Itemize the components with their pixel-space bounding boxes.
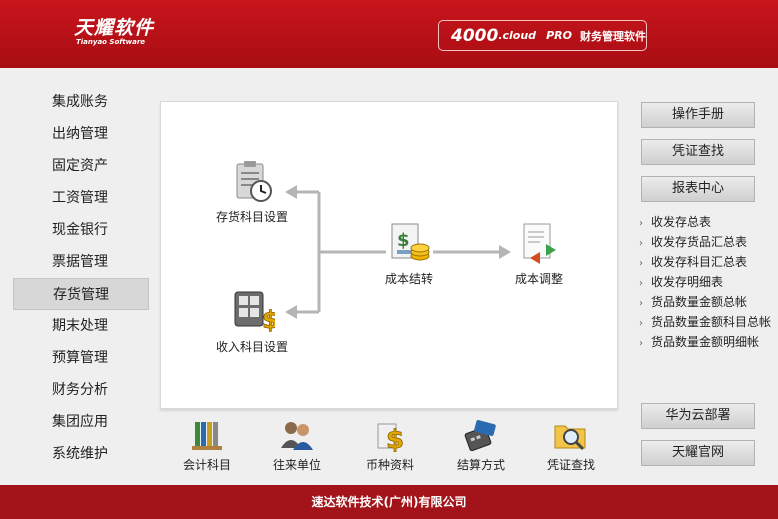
svg-text:$: $ <box>262 306 275 334</box>
node-cost-carryover-label: 成本结转 <box>384 272 433 286</box>
official-site-button[interactable]: 天耀官网 <box>641 440 755 466</box>
shortcut-accounting-subjects-label: 会计科目 <box>182 458 231 472</box>
currency-icon: $ <box>372 418 408 455</box>
shortcut-voucher-search[interactable]: 凭证查找 <box>536 418 606 473</box>
menu-item-fixed-assets[interactable]: 固定资产 <box>13 150 149 182</box>
report-link[interactable]: › 货品数量金额科目总帐 <box>639 312 775 332</box>
folder-search-icon <box>553 418 589 452</box>
chevron-right-icon: › <box>639 218 643 229</box>
logo-sub-text: Tianyao Software <box>76 38 146 46</box>
calculator-dollar-icon: $ <box>229 288 279 334</box>
chevron-right-icon: › <box>639 298 643 309</box>
product-number: 4000 <box>451 25 499 46</box>
menu-item-inventory[interactable]: 存货管理 <box>13 278 149 310</box>
report-link-label: 收发存总表 <box>651 215 712 229</box>
chevron-right-icon: › <box>639 238 643 249</box>
menu-item-payroll[interactable]: 工资管理 <box>13 182 149 214</box>
document-arrows-icon <box>516 220 562 266</box>
node-income-subject-label: 收入科目设置 <box>215 340 288 354</box>
report-link-label: 货品数量金额总帐 <box>651 295 748 309</box>
node-inventory-subject-label: 存货科目设置 <box>215 210 288 224</box>
shortcut-currency-label: 币种资料 <box>365 458 414 472</box>
report-link[interactable]: › 收发存货品汇总表 <box>639 232 775 252</box>
report-link[interactable]: › 收发存总表 <box>639 212 775 232</box>
report-link-label: 货品数量金额科目总帐 <box>651 315 772 329</box>
menu-item-group[interactable]: 集团应用 <box>13 406 149 438</box>
report-link[interactable]: › 货品数量金额总帐 <box>639 292 775 312</box>
menu-item-cash-bank[interactable]: 现金银行 <box>13 214 149 246</box>
card-terminal-icon <box>463 418 499 452</box>
people-icon <box>279 418 315 452</box>
clipboard-clock-icon <box>229 158 275 204</box>
svg-text:$: $ <box>386 425 404 452</box>
shortcut-currency[interactable]: $ 币种资料 <box>355 418 425 473</box>
report-link-label: 收发存货品汇总表 <box>651 235 748 249</box>
chevron-right-icon: › <box>639 338 643 349</box>
menu-item-ledger[interactable]: 集成账务 <box>13 86 149 118</box>
report-list: › 收发存总表 › 收发存货品汇总表 › 收发存科目汇总表 › 收发存明细表 › 货品数量… <box>639 212 775 352</box>
app-header: 天耀软件 Tianyao Software 4000 .cloud PRO 财务… <box>0 0 778 68</box>
brand-logo: 天耀软件 Tianyao Software <box>74 18 154 46</box>
menu-item-analysis[interactable]: 财务分析 <box>13 374 149 406</box>
svg-text:$: $ <box>397 230 410 251</box>
node-cost-adjust-label: 成本调整 <box>514 272 563 286</box>
report-link[interactable]: › 货品数量金额明细帐 <box>639 332 775 352</box>
shortcut-settlement[interactable]: 结算方式 <box>446 418 516 473</box>
chevron-right-icon: › <box>639 278 643 289</box>
huawei-cloud-button[interactable]: 华为云部署 <box>641 403 755 429</box>
node-income-subject[interactable]: $ 收入科目设置 <box>209 288 295 355</box>
shortcut-bar: 会计科目 往来单位 $ 币种资料 结算方式 凭证查找 <box>160 418 618 474</box>
menu-item-budget[interactable]: 预算管理 <box>13 342 149 374</box>
report-link[interactable]: › 收发存明细表 <box>639 272 775 292</box>
menu-item-maintenance[interactable]: 系统维护 <box>13 438 149 470</box>
menu-item-bills[interactable]: 票据管理 <box>13 246 149 278</box>
shortcut-voucher-search-label: 凭证查找 <box>546 458 595 472</box>
shortcut-partners-label: 往来单位 <box>272 458 321 472</box>
footer-company: 速达软件技术(广州)有限公司 <box>0 485 778 519</box>
ledger-books-icon <box>189 418 225 452</box>
manual-button[interactable]: 操作手册 <box>641 102 755 128</box>
voucher-search-button[interactable]: 凭证查找 <box>641 139 755 165</box>
logo-main-text: 天耀软件 <box>74 17 155 39</box>
report-link-label: 货品数量金额明细帐 <box>651 335 760 349</box>
product-edition: PRO <box>546 29 572 42</box>
invoice-coins-icon: $ <box>386 220 432 266</box>
node-inventory-subject[interactable]: 存货科目设置 <box>209 158 295 225</box>
chevron-right-icon: › <box>639 318 643 329</box>
product-badge: 4000 .cloud PRO 财务管理软件 <box>438 20 647 51</box>
report-link[interactable]: › 收发存科目汇总表 <box>639 252 775 272</box>
product-cloud: .cloud <box>498 29 537 42</box>
report-link-label: 收发存科目汇总表 <box>651 255 748 269</box>
product-name: 财务管理软件 <box>579 29 646 43</box>
report-center-button[interactable]: 报表中心 <box>641 176 755 202</box>
shortcut-partners[interactable]: 往来单位 <box>262 418 332 473</box>
chevron-right-icon: › <box>639 258 643 269</box>
workflow-panel: 存货科目设置 $ 收入科目设置 $ 成本结转 成本调整 <box>160 101 618 409</box>
node-cost-carryover[interactable]: $ 成本结转 <box>373 220 445 287</box>
shortcut-accounting-subjects[interactable]: 会计科目 <box>172 418 242 473</box>
menu-item-period-end[interactable]: 期末处理 <box>13 310 149 342</box>
menu-item-cashier[interactable]: 出纳管理 <box>13 118 149 150</box>
report-link-label: 收发存明细表 <box>651 275 724 289</box>
node-cost-adjust[interactable]: 成本调整 <box>503 220 575 287</box>
shortcut-settlement-label: 结算方式 <box>456 458 505 472</box>
module-menu: 集成账务 出纳管理 固定资产 工资管理 现金银行 票据管理 存货管理 期末处理 … <box>13 86 149 470</box>
